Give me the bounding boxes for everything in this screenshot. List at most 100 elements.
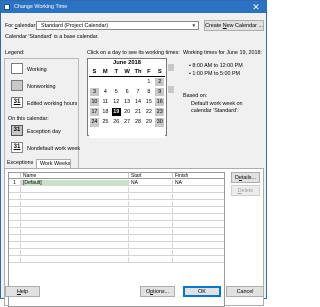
table-cell[interactable] — [129, 201, 173, 207]
table-cell[interactable] — [9, 250, 21, 256]
table-cell[interactable] — [9, 236, 21, 242]
table-cell[interactable] — [9, 201, 21, 207]
calendar-day[interactable]: 12 — [110, 97, 122, 108]
calendar-day[interactable]: 9 — [154, 87, 166, 98]
table-row[interactable]: 1 [Default] NA NA — [9, 180, 224, 186]
column-header-start[interactable]: Start — [129, 173, 173, 179]
table-cell[interactable] — [129, 250, 173, 256]
table-row[interactable] — [9, 187, 224, 193]
calendar-day[interactable]: 28 — [132, 117, 144, 128]
table-cell[interactable] — [173, 222, 224, 228]
calendar-day[interactable]: 4 — [99, 87, 111, 98]
cancel-button[interactable]: Cancel — [226, 286, 264, 297]
table-row[interactable] — [9, 229, 224, 235]
table-cell[interactable] — [129, 222, 173, 228]
table-cell[interactable] — [129, 208, 173, 214]
table-cell[interactable] — [9, 187, 21, 193]
row-finish-cell[interactable]: NA — [173, 180, 224, 186]
table-cell[interactable] — [21, 187, 129, 193]
calendar-day[interactable]: 2 — [154, 77, 166, 88]
calendar-day[interactable]: 17 — [89, 107, 100, 118]
table-cell[interactable] — [173, 236, 224, 242]
calendar-day[interactable]: 6 — [121, 87, 133, 98]
table-cell[interactable] — [173, 229, 224, 235]
table-row[interactable] — [9, 201, 224, 207]
table-cell[interactable] — [9, 222, 21, 228]
table-cell[interactable] — [21, 222, 129, 228]
calendar-day[interactable]: 23 — [154, 107, 166, 118]
column-header-name[interactable]: Name — [21, 173, 129, 179]
table-cell[interactable] — [21, 243, 129, 249]
table-cell[interactable] — [173, 208, 224, 214]
table-row[interactable] — [9, 257, 224, 263]
table-cell[interactable] — [129, 236, 173, 242]
table-cell[interactable] — [129, 194, 173, 200]
table-cell[interactable] — [173, 187, 224, 193]
calendar-day[interactable]: 8 — [143, 87, 155, 98]
table-cell[interactable] — [21, 194, 129, 200]
table-cell[interactable] — [173, 194, 224, 200]
options-button[interactable]: Options... — [140, 286, 175, 297]
table-cell[interactable] — [21, 250, 129, 256]
calendar-day[interactable]: 22 — [143, 107, 155, 118]
calendar-day[interactable]: 24 — [89, 117, 100, 128]
table-cell[interactable] — [21, 208, 129, 214]
table-row[interactable] — [9, 243, 224, 249]
table-cell[interactable] — [21, 201, 129, 207]
table-cell[interactable] — [9, 215, 21, 221]
table-cell[interactable] — [173, 243, 224, 249]
calendar-day[interactable]: 11 — [99, 97, 111, 108]
delete-button[interactable]: Delete — [231, 185, 260, 196]
table-cell[interactable] — [21, 229, 129, 235]
table-cell[interactable] — [21, 236, 129, 242]
table-row[interactable] — [9, 208, 224, 214]
calendar-day[interactable]: 27 — [121, 117, 133, 128]
calendar-day[interactable]: 30 — [154, 117, 166, 128]
calendar-day[interactable]: 1 — [143, 77, 155, 88]
table-cell[interactable] — [9, 208, 21, 214]
calendar-day[interactable]: 18 — [99, 107, 111, 118]
table-cell[interactable] — [9, 194, 21, 200]
calendar-day[interactable]: 29 — [143, 117, 155, 128]
table-cell[interactable] — [9, 243, 21, 249]
calendar-day[interactable]: 21 — [132, 107, 144, 118]
calendar-day[interactable]: 3 — [89, 87, 100, 98]
create-new-calendar-button[interactable]: Create New Calendar ... — [204, 20, 264, 31]
row-start-cell[interactable]: NA — [129, 180, 173, 186]
table-cell[interactable] — [9, 229, 21, 235]
table-cell[interactable] — [9, 257, 21, 263]
table-cell[interactable] — [129, 215, 173, 221]
calendar-day[interactable]: 14 — [132, 97, 144, 108]
table-cell[interactable] — [21, 257, 129, 263]
calendar-day[interactable]: 7 — [132, 87, 144, 98]
calendar-day[interactable]: 19 — [110, 107, 122, 118]
table-cell[interactable] — [21, 215, 129, 221]
table-cell[interactable] — [173, 257, 224, 263]
table-row[interactable] — [9, 222, 224, 228]
calendar-day[interactable]: 10 — [89, 97, 100, 108]
scroll-down-button[interactable] — [168, 86, 174, 93]
table-row[interactable] — [9, 236, 224, 242]
calendar-scrollbar[interactable] — [168, 58, 174, 136]
table-cell[interactable] — [129, 187, 173, 193]
calendar-day[interactable]: 25 — [99, 117, 111, 128]
calendar-day[interactable]: 26 — [110, 117, 122, 128]
calendar-day[interactable]: 20 — [121, 107, 133, 118]
table-cell[interactable] — [129, 229, 173, 235]
calendar-day[interactable]: 16 — [154, 97, 166, 108]
calendar-select[interactable]: Standard (Project Calendar) ▼ — [36, 21, 199, 30]
table-row[interactable] — [9, 194, 224, 200]
table-cell[interactable] — [173, 201, 224, 207]
calendar-day[interactable]: 13 — [121, 97, 133, 108]
column-header-finish[interactable]: Finish — [173, 173, 224, 179]
calendar-day[interactable]: 15 — [143, 97, 155, 108]
calendar-day[interactable]: 5 — [110, 87, 122, 98]
table-cell[interactable] — [129, 257, 173, 263]
table-cell[interactable] — [173, 215, 224, 221]
table-row[interactable] — [9, 215, 224, 221]
table-cell[interactable] — [129, 243, 173, 249]
scroll-up-button[interactable] — [168, 64, 174, 71]
ok-button[interactable]: OK — [183, 286, 221, 297]
close-icon[interactable]: ✕ — [251, 2, 261, 12]
help-button[interactable]: Help — [5, 286, 40, 297]
